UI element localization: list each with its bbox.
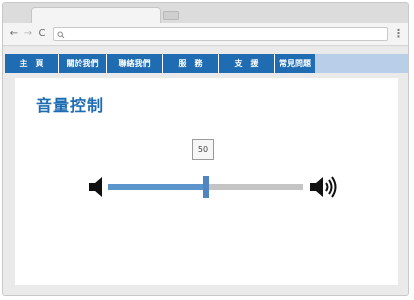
browser-tab[interactable]: [31, 7, 161, 24]
nav-item-contact[interactable]: 聯絡我們: [107, 54, 163, 73]
forward-icon[interactable]: →: [21, 26, 35, 41]
volume-value-label: 50: [192, 139, 214, 160]
back-icon[interactable]: ←: [7, 26, 21, 41]
browser-window: ← → C ⋮ 主 頁 關於我們 聯絡我們 服 務 支 援 常見問題 音量控制 …: [2, 2, 409, 296]
new-tab-button[interactable]: [163, 11, 179, 20]
address-bar[interactable]: [53, 27, 388, 41]
nav-item-home[interactable]: 主 頁: [5, 54, 59, 73]
page-title: 音量控制: [36, 96, 105, 115]
main-nav: 主 頁 關於我們 聯絡我們 服 務 支 援 常見問題: [5, 54, 408, 73]
slider-fill: [108, 184, 206, 190]
page-viewport: 主 頁 關於我們 聯絡我們 服 務 支 援 常見問題 音量控制 50: [3, 47, 408, 295]
tab-strip: [3, 3, 408, 24]
main-content: 音量控制 50: [15, 78, 398, 285]
menu-icon[interactable]: ⋮: [393, 26, 404, 41]
search-icon: [57, 31, 65, 39]
slider-thumb[interactable]: [202, 176, 209, 198]
nav-item-services[interactable]: 服 務: [163, 54, 219, 73]
nav-item-support[interactable]: 支 援: [219, 54, 275, 73]
speaker-loud-icon[interactable]: [309, 175, 339, 199]
reload-icon[interactable]: C: [35, 26, 49, 41]
nav-item-faq[interactable]: 常見問題: [275, 54, 315, 73]
nav-item-about[interactable]: 關於我們: [59, 54, 107, 73]
browser-toolbar: ← → C ⋮: [3, 23, 408, 46]
volume-slider[interactable]: [108, 176, 303, 198]
